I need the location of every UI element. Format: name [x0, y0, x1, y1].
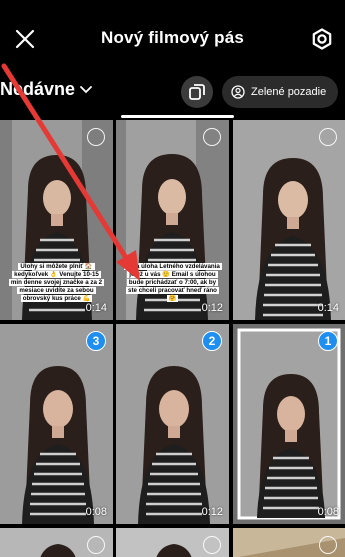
media-thumbnail[interactable]: Úlohy si môžete plniť 🏠 kedykoľvek 👌 Ven…: [0, 120, 113, 320]
selection-order-badge[interactable]: 2: [202, 331, 222, 351]
media-thumbnail[interactable]: Prvá úloha Letného vzdelávania je už u v…: [116, 120, 229, 320]
select-circle[interactable]: [319, 128, 337, 146]
multi-select-icon: [189, 84, 205, 100]
person-icon: [231, 85, 245, 99]
media-thumbnail[interactable]: [116, 528, 229, 557]
media-thumbnail[interactable]: [233, 528, 345, 557]
video-duration: 0:14: [317, 302, 339, 314]
video-duration: 0:14: [85, 302, 107, 314]
media-thumbnail[interactable]: 3 0:08: [0, 324, 113, 524]
multi-select-button[interactable]: [181, 76, 213, 108]
gear-icon: [312, 28, 332, 50]
media-grid: Úlohy si môžete plniť 🏠 kedykoľvek 👌 Ven…: [0, 120, 345, 557]
select-circle[interactable]: [87, 128, 105, 146]
top-bar: Nový filmový pás: [0, 0, 345, 80]
page-title: Nový filmový pás: [100, 28, 245, 47]
selected-tab-indicator: [121, 115, 234, 118]
video-duration: 0:12: [201, 302, 223, 314]
video-thumbnail-image: [233, 324, 345, 524]
media-thumbnail[interactable]: [0, 528, 113, 557]
media-thumbnail[interactable]: 1 0:08: [233, 324, 345, 524]
selection-order-badge[interactable]: 1: [318, 331, 338, 351]
video-thumbnail-image: [116, 324, 229, 524]
video-duration: 0:08: [85, 506, 107, 518]
video-duration: 0:12: [201, 506, 223, 518]
album-label: Nedávne: [0, 79, 76, 99]
select-circle[interactable]: [203, 536, 221, 554]
gallery-toolbar: Nedávne Zelené pozadie: [0, 76, 345, 108]
settings-button[interactable]: [307, 24, 337, 54]
select-circle[interactable]: [319, 536, 337, 554]
video-caption: Úlohy si môžete plniť 🏠 kedykoľvek 👌 Ven…: [8, 263, 105, 302]
green-screen-label: Zelené pozadie: [251, 86, 327, 98]
video-thumbnail-image: [233, 120, 345, 320]
selection-order-badge[interactable]: 3: [86, 331, 106, 351]
album-selector[interactable]: Nedávne: [0, 79, 93, 100]
chevron-down-icon: [80, 85, 92, 93]
video-caption: Prvá úloha Letného vzdelávania je už u v…: [124, 263, 222, 302]
video-duration: 0:08: [317, 506, 339, 518]
media-thumbnail[interactable]: 0:14: [233, 120, 345, 320]
select-circle[interactable]: [87, 536, 105, 554]
green-screen-button[interactable]: Zelené pozadie: [222, 76, 338, 108]
media-thumbnail[interactable]: 2 0:12: [116, 324, 229, 524]
video-thumbnail-image: [0, 324, 113, 524]
select-circle[interactable]: [203, 128, 221, 146]
